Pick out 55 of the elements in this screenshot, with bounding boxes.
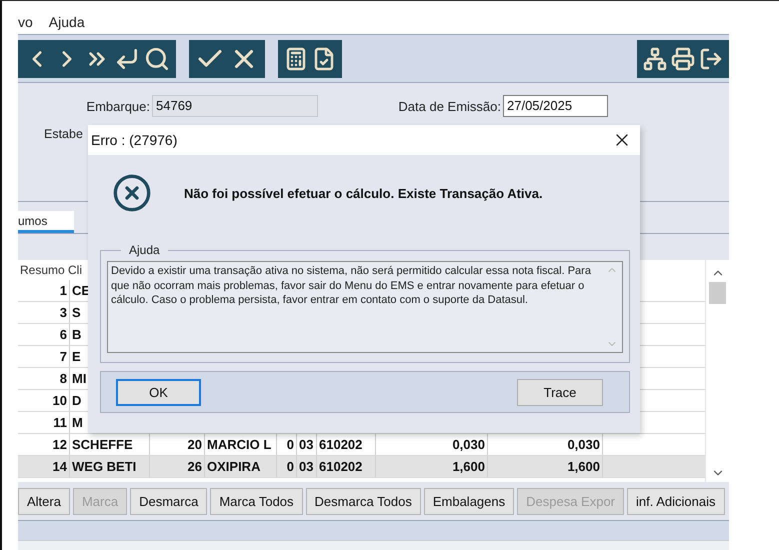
action-button[interactable]: Marca Todos	[210, 488, 303, 514]
dialog-button[interactable]: OK	[116, 378, 201, 406]
action-button[interactable]: Desmarca Todos	[306, 488, 421, 514]
field-label: Data de Emissão:	[398, 98, 501, 114]
column-header: Resumo Cli	[19, 262, 84, 279]
table-cell: SCHEFFE	[70, 434, 150, 455]
scroll-thumb[interactable]	[709, 282, 726, 304]
dialog-title: Erro : (27976)	[91, 132, 178, 148]
table-cell: OXIPIRA	[205, 456, 277, 477]
calculator-icon[interactable]	[284, 46, 308, 70]
error-message: Não foi possível efetuar o cálculo. Existe Transação Ativa.	[184, 186, 543, 200]
field-label: Embarque:	[86, 98, 150, 114]
table-cell: 0,030	[376, 434, 488, 455]
table-cell: 1	[18, 280, 70, 301]
table-cell: 10	[18, 390, 70, 411]
table-cell: 610202	[317, 434, 376, 455]
table-cell: 0,030	[488, 434, 603, 455]
table-cell: WEG BETI	[70, 456, 150, 477]
action-button[interactable]: Altera	[18, 488, 70, 514]
table-cell: 8	[18, 368, 70, 389]
table-cell: 6	[18, 324, 70, 345]
action-button[interactable]: inf. Adicionais	[627, 488, 725, 514]
exit-icon[interactable]	[699, 46, 723, 70]
tree-icon[interactable]	[643, 46, 667, 70]
input-field[interactable]: 27/05/2025	[503, 95, 608, 117]
document-check-icon[interactable]	[312, 46, 336, 70]
menu-item[interactable]: vo	[18, 14, 33, 30]
table-row[interactable]: 14 WEG BETI 26 OXIPIRA 0 03 610202 1,600 1,600	[18, 456, 705, 478]
table-cell: 610202	[317, 456, 376, 477]
table-cell: 20	[150, 434, 205, 455]
table-cell: 0	[277, 456, 297, 477]
search-icon[interactable]	[144, 46, 170, 72]
action-button[interactable]: Embalagens	[424, 488, 514, 514]
table-cell: 14	[18, 456, 70, 477]
table-cell: 1,600	[488, 456, 603, 477]
field-label: Estabe	[44, 127, 83, 141]
table-cell: 03	[297, 456, 317, 477]
table-cell: 7	[18, 346, 70, 367]
help-text-area[interactable]: Devido a existir uma transação ativa no sistema, não será permitido calcular essa nota fiscal. Para que não ocorram mais problemas, favor sair do Menu do EMS e entrar novamente para efetuar o cálculo. Caso o problema persista, favor entrar em contato com o suporte da Datasul.	[107, 261, 623, 353]
table-row[interactable]: 12 SCHEFFE 20 MARCIO L 0 03 610202 0,030 0,030	[18, 434, 705, 456]
table-cell: 0	[277, 434, 297, 455]
printer-icon[interactable]	[671, 46, 695, 70]
table-cell: 11	[18, 412, 70, 433]
table-cell: 03	[297, 434, 317, 455]
error-icon	[112, 173, 152, 213]
table-cell: 26	[150, 456, 205, 477]
table-cell: MARCIO L	[205, 434, 277, 455]
tab[interactable]: umos	[18, 211, 74, 233]
group-legend: Ajuda	[121, 243, 168, 257]
table-cell: 1,600	[376, 456, 488, 477]
dialog-button[interactable]: Trace	[517, 378, 603, 406]
table-cell: 12	[18, 434, 70, 455]
action-button[interactable]: Desmarca	[130, 488, 208, 514]
table-cell: 3	[18, 302, 70, 323]
menu-item[interactable]: Ajuda	[48, 14, 85, 30]
